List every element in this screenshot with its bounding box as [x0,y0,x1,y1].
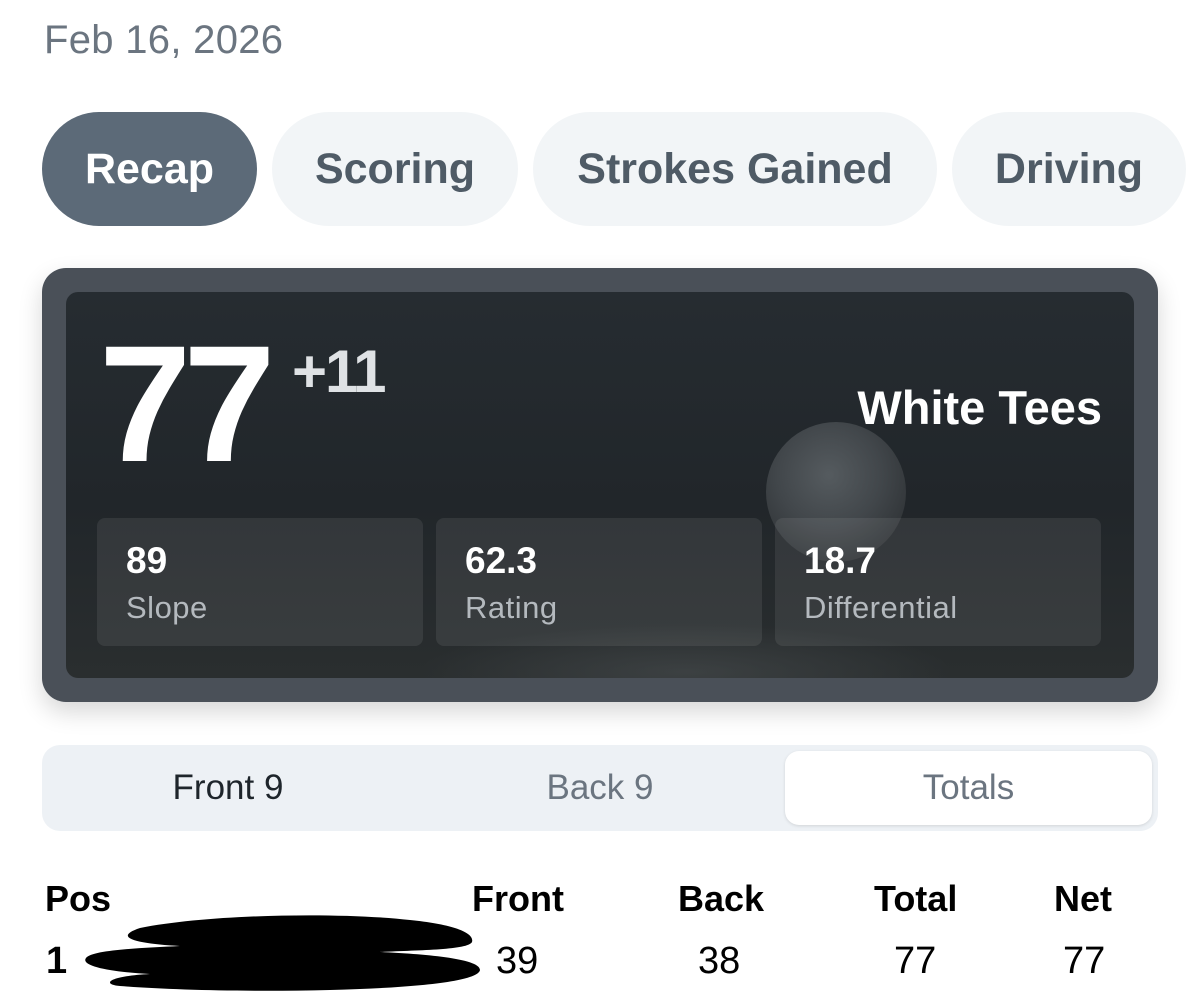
stat-rating: 62.3 Rating [436,518,762,646]
row-pos: 1 [46,940,68,982]
tab-strokes-gained[interactable]: Strokes Gained [533,112,937,226]
tab-driving[interactable]: Driving [952,112,1186,226]
round-detail-page: Feb 16, 2026 Recap Scoring Strokes Gaine… [0,0,1200,997]
stat-label: Rating [465,590,558,625]
score-card-background: 77 +11 White Tees 89 Slope 62.3 Rating 1… [66,292,1134,678]
stat-value: 89 [126,540,168,581]
row-net: 77 [1063,940,1106,982]
header-net: Net [1054,878,1113,919]
stat-slope: 89 Slope [97,518,423,646]
stat-value: 62.3 [465,540,538,581]
segment-front-9[interactable]: Front 9 [42,745,414,831]
tab-recap[interactable]: Recap [42,112,257,226]
score-to-par: +11 [292,338,386,405]
row-front: 39 [496,940,539,982]
header-back: Back [678,878,765,919]
row-total: 77 [894,940,937,982]
total-score: 77 [99,312,276,497]
header-front: Front [472,878,564,919]
tee-name: White Tees [857,381,1102,434]
nine-segmented-control: Front 9 Back 9 Totals [42,745,1158,831]
row-back: 38 [698,940,741,982]
stat-label: Slope [126,590,208,625]
segment-totals[interactable]: Totals [785,751,1152,825]
score-summary-card: 77 +11 White Tees 89 Slope 62.3 Rating 1… [42,268,1158,702]
stat-value: 18.7 [804,540,877,581]
redacted-player-name [85,915,481,991]
round-date: Feb 16, 2026 [44,18,284,62]
stat-label: Differential [804,590,958,625]
header-total: Total [874,878,958,919]
segment-back-9[interactable]: Back 9 [414,745,786,831]
stat-differential: 18.7 Differential [775,518,1101,646]
section-tabs: Recap Scoring Strokes Gained Driving [0,112,1200,226]
tab-scoring[interactable]: Scoring [272,112,518,226]
